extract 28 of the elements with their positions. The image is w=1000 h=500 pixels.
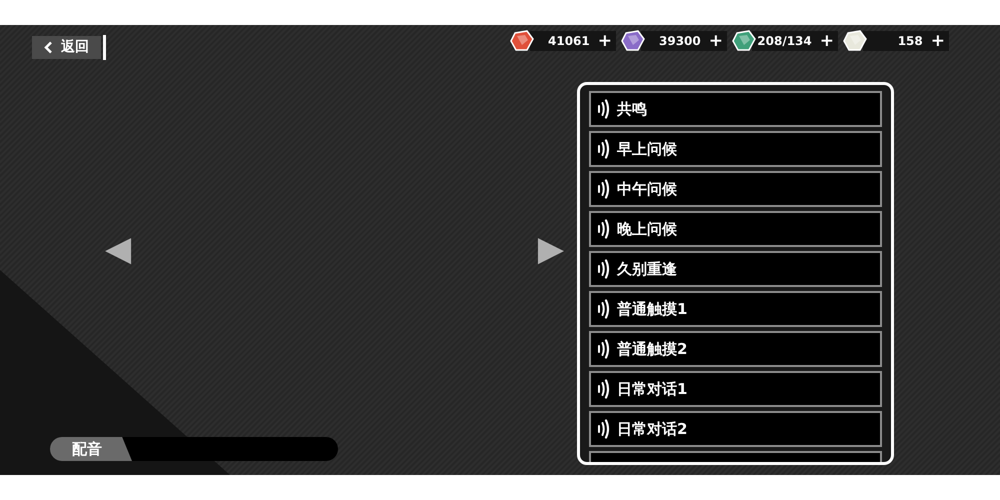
sound-icon	[597, 419, 611, 439]
voice-line-row[interactable]: 早上问候	[589, 131, 882, 167]
sound-icon	[597, 179, 611, 199]
sound-icon	[597, 219, 611, 239]
add-button[interactable]: +	[820, 32, 834, 50]
back-button[interactable]: 返回	[32, 36, 101, 59]
currency-amount: 158	[896, 33, 924, 50]
sound-icon	[597, 299, 611, 319]
sound-icon	[597, 99, 611, 119]
voice-line-row[interactable]: 久别重逢	[589, 251, 882, 287]
sound-icon	[597, 339, 611, 359]
sound-icon	[597, 259, 611, 279]
voice-line-row[interactable]: 共鸣	[589, 91, 882, 127]
sound-icon	[597, 379, 611, 399]
voice-line-row[interactable]: 日常对话1	[589, 371, 882, 407]
currency-amount: 41061	[547, 33, 591, 50]
voice-line-row[interactable]: 普通触摸2	[589, 331, 882, 367]
sound-icon	[597, 139, 611, 159]
voice-line-row[interactable]: 日常对话2	[589, 411, 882, 447]
voice-line-row[interactable]: 中午问候	[589, 171, 882, 207]
voice-line-row[interactable]: 普通触摸1	[589, 291, 882, 327]
currency-amount: 208/134	[756, 33, 813, 50]
voice-line-row[interactable]: 晚上问候	[589, 211, 882, 247]
add-button[interactable]: +	[708, 32, 723, 50]
currency-amount: 39300	[658, 33, 702, 50]
add-button[interactable]: +	[930, 32, 945, 50]
add-button[interactable]: +	[598, 32, 612, 50]
chevron-left-icon	[44, 41, 53, 54]
